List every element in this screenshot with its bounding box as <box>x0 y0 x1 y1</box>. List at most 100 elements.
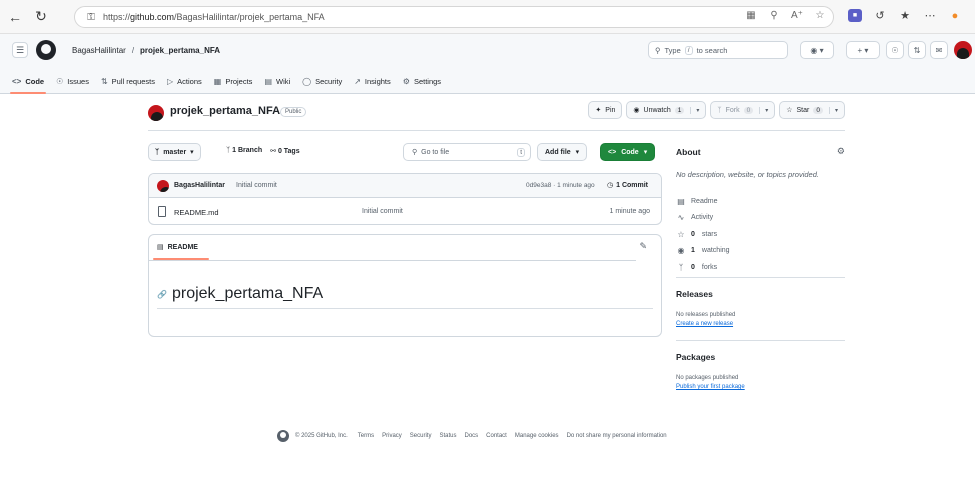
footer-link-security[interactable]: Security <box>410 433 432 439</box>
menu-icon[interactable]: ☰ <box>12 42 28 58</box>
refresh-icon[interactable]: ↻ <box>30 6 52 28</box>
play-icon: ▷ <box>167 76 174 86</box>
more-menu-icon[interactable]: ⋯ <box>923 9 937 22</box>
readme-panel: ▤ README ✎ 🔗 projek_pertama_NFA <box>148 234 662 337</box>
file-name[interactable]: README.md <box>174 208 219 217</box>
tab-code[interactable]: <> Code <box>9 68 47 94</box>
commit-message[interactable]: Initial commit <box>236 182 277 189</box>
pin-button[interactable]: ✦ Pin <box>588 101 623 119</box>
tab-issues[interactable]: ☉ Issues <box>56 68 89 94</box>
tags-link[interactable]: ⚯ 0 Tags <box>270 147 299 155</box>
footer-link-terms[interactable]: Terms <box>358 433 374 439</box>
book-icon: ▤ <box>157 244 164 251</box>
list-item[interactable]: ☆ 0 stars <box>676 226 730 243</box>
tab-pull-requests[interactable]: ⇅ Pull requests <box>101 68 155 94</box>
history-icon: ◷ <box>607 182 614 189</box>
extension-icon[interactable]: ■ <box>848 9 862 22</box>
refresh-page-icon[interactable]: ↺ <box>873 9 887 22</box>
readme-heading: 🔗 projek_pertama_NFA <box>157 285 324 302</box>
user-avatar[interactable] <box>954 41 972 59</box>
repo-owner-avatar[interactable] <box>148 105 164 121</box>
tab-projects[interactable]: ▦ Projects <box>214 68 253 94</box>
list-item[interactable]: ◉ 1 watching <box>676 243 730 260</box>
favorite-star-icon[interactable]: ☆ <box>813 10 827 21</box>
footer-link-do-not-share[interactable]: Do not share my personal information <box>567 433 667 439</box>
search-placeholder-suffix: to search <box>696 45 728 55</box>
chevron-down-icon: ▾ <box>575 149 580 156</box>
github-logo-icon[interactable] <box>277 430 289 442</box>
tab-wiki[interactable]: ▤ Wiki <box>264 68 290 94</box>
chevron-down-icon[interactable]: ▾ <box>828 106 838 114</box>
apps-icon[interactable]: ▦ <box>744 10 758 21</box>
releases-heading[interactable]: Releases <box>676 289 713 299</box>
search-icon: ⚲ <box>412 149 418 156</box>
tab-settings[interactable]: ⚙ Settings <box>403 68 441 94</box>
link-icon[interactable]: 🔗 <box>157 290 167 299</box>
star-button[interactable]: ☆ Star 0 ▾ <box>779 101 845 119</box>
breadcrumb-owner[interactable]: BagasHalilintar <box>72 46 126 55</box>
pencil-icon[interactable]: ✎ <box>639 241 647 252</box>
eye-icon: ◉ <box>677 246 685 256</box>
chevron-down-icon[interactable]: ▾ <box>759 106 768 114</box>
issues-icon[interactable]: ☉ <box>886 41 904 59</box>
commit-author[interactable]: BagasHalilintar <box>174 182 225 189</box>
add-file-button[interactable]: Add file ▾ <box>537 143 588 161</box>
table-row: README.md Initial commit 1 minute ago <box>149 198 661 224</box>
chevron-down-icon: ▾ <box>190 149 194 156</box>
file-commit-message[interactable]: Initial commit <box>362 208 403 215</box>
footer-copyright: © 2025 GitHub, Inc. <box>295 433 348 439</box>
back-arrow-icon[interactable]: ← <box>4 6 26 28</box>
github-logo-icon[interactable] <box>36 40 56 60</box>
footer-link-status[interactable]: Status <box>439 433 456 439</box>
footer-link-contact[interactable]: Contact <box>486 433 507 439</box>
table-icon: ▦ <box>213 76 222 86</box>
commit-count-link[interactable]: ◷ 1 Commit <box>607 181 648 190</box>
commit-hash[interactable]: 0d9e3a8 · 1 minute ago <box>526 182 595 189</box>
list-item[interactable]: ∿ Activity <box>676 210 730 227</box>
packages-heading[interactable]: Packages <box>676 352 715 362</box>
fork-icon: ᛉ <box>717 106 722 114</box>
zoom-icon[interactable]: ⚲ <box>767 10 781 21</box>
copilot-button[interactable]: ◉ ▾ <box>800 41 834 59</box>
packages-text: No packages published <box>676 375 739 381</box>
gear-icon[interactable]: ⚙ <box>837 146 845 157</box>
tab-security[interactable]: ◯ Security <box>302 68 342 94</box>
gear-icon: ⚙ <box>402 76 410 86</box>
breadcrumb-repo[interactable]: projek_pertama_NFA <box>140 46 220 55</box>
chevron-down-icon[interactable]: ▾ <box>690 106 699 114</box>
pulse-icon: ∿ <box>677 213 685 223</box>
chevron-down-icon: ▾ <box>643 149 648 156</box>
code-button[interactable]: <> Code ▾ <box>600 143 656 161</box>
search-input[interactable]: ⚲ Type / to search <box>648 41 788 59</box>
search-shortcut: / <box>684 45 693 55</box>
branch-selector[interactable]: ᛉ master ▾ <box>148 143 201 161</box>
inbox-icon[interactable]: ✉ <box>930 41 948 59</box>
footer-link-docs[interactable]: Docs <box>465 433 479 439</box>
divider <box>157 308 653 309</box>
search-placeholder: Type <box>664 45 681 55</box>
readme-tab[interactable]: ▤ README <box>157 243 198 252</box>
tab-actions[interactable]: ▷ Actions <box>167 68 202 94</box>
create-release-link[interactable]: Create a new release <box>676 321 733 327</box>
repo-title[interactable]: projek_pertama_NFA <box>170 105 280 117</box>
fork-button[interactable]: ᛉ Fork 0 ▾ <box>710 101 776 119</box>
divider <box>149 260 636 261</box>
publish-package-link[interactable]: Publish your first package <box>676 384 745 390</box>
tab-insights[interactable]: ↗ Insights <box>354 68 391 94</box>
unwatch-button[interactable]: ◉ Unwatch 1 ▾ <box>626 101 707 119</box>
go-to-file-input[interactable]: ⚲ Go to file t <box>403 143 531 161</box>
pull-requests-icon[interactable]: ⇅ <box>908 41 926 59</box>
latest-commit-row: BagasHalilintar Initial commit 0d9e3a8 ·… <box>149 174 661 198</box>
favorites-icon[interactable]: ★ <box>898 9 912 22</box>
address-bar[interactable]: ⚿ https://github.com/BagasHalilintar/pro… <box>74 6 834 28</box>
read-aloud-icon[interactable]: A⁺ <box>790 10 804 21</box>
footer-link-privacy[interactable]: Privacy <box>382 433 402 439</box>
commit-author-avatar[interactable] <box>157 180 169 192</box>
create-new-button[interactable]: + ▾ <box>846 41 880 59</box>
list-item[interactable]: ▤ Readme <box>676 193 730 210</box>
about-list: ▤ Readme ∿ Activity ☆ 0 stars ◉ 1 watching ᛉ0f… <box>676 193 730 276</box>
copilot-icon[interactable]: ● <box>948 10 962 22</box>
list-item[interactable]: ᛉ 0 forks <box>676 259 730 276</box>
footer-link-cookies[interactable]: Manage cookies <box>515 433 559 439</box>
branches-link[interactable]: ᛉ 1 Branch <box>226 147 262 155</box>
